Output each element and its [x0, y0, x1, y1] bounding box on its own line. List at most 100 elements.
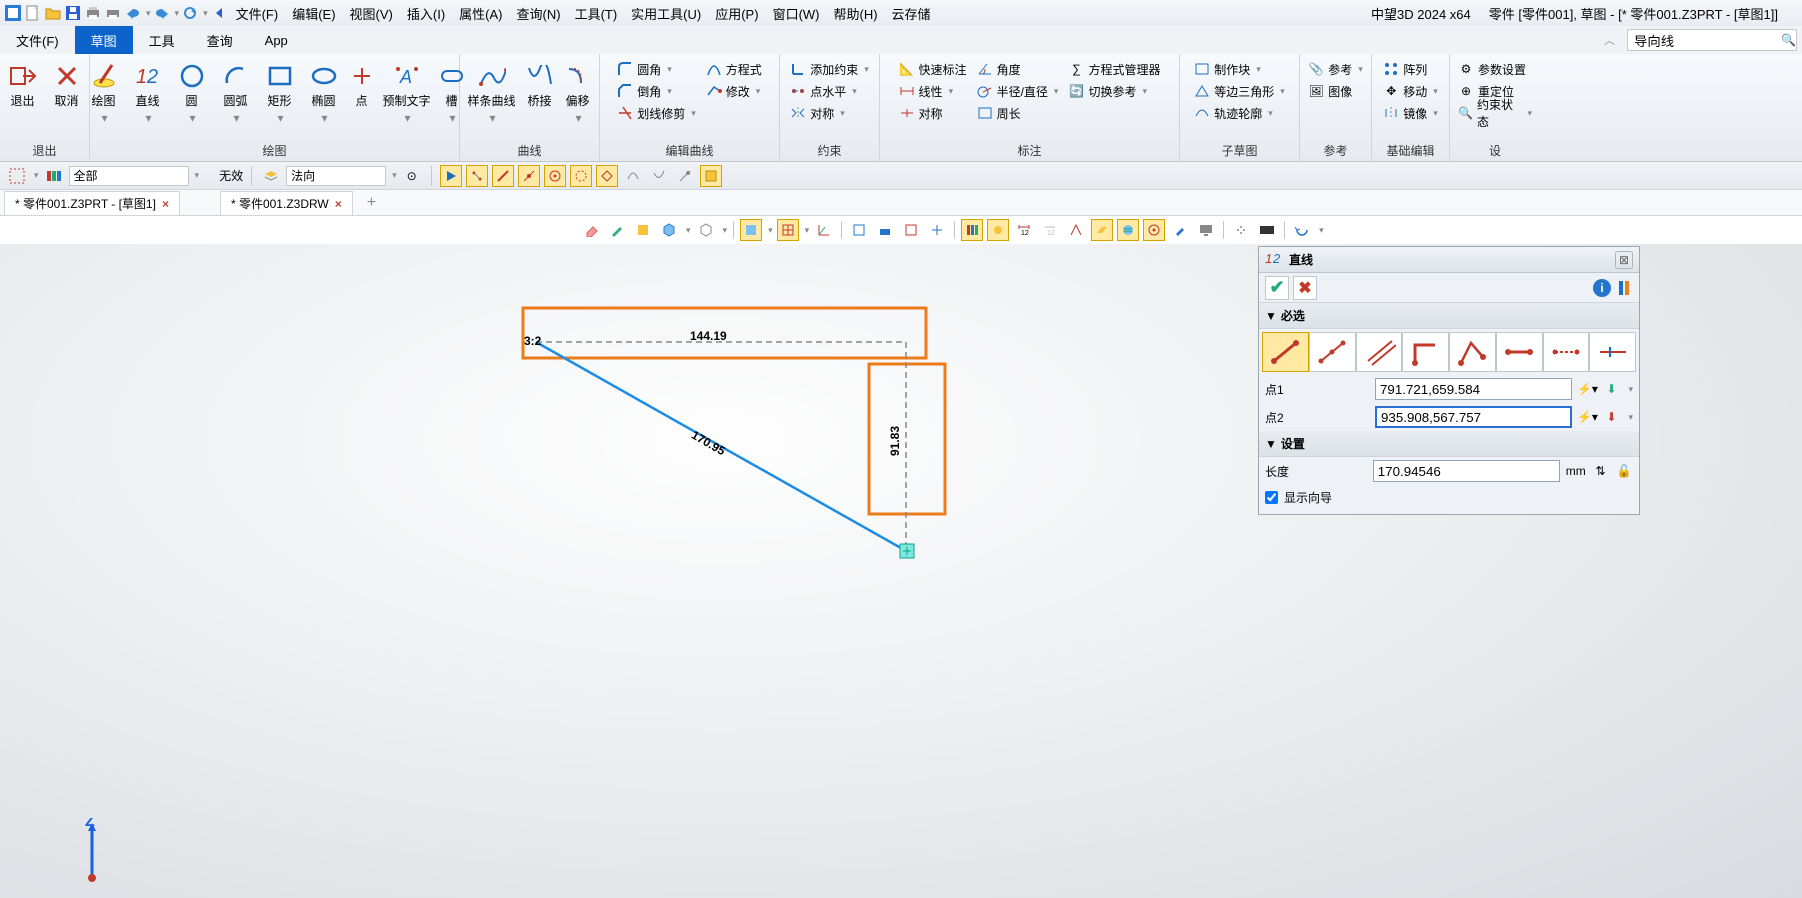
close-panel-icon[interactable]: ⊠: [1615, 251, 1633, 269]
ellipse-button[interactable]: 椭圆▾: [304, 62, 344, 125]
vb-rotate-icon[interactable]: [1291, 219, 1313, 241]
tab-app[interactable]: App: [249, 26, 304, 54]
vb-v2-icon[interactable]: [874, 219, 896, 241]
vb-earth-icon[interactable]: [1117, 219, 1139, 241]
qb9-icon[interactable]: [674, 165, 696, 187]
trim-button[interactable]: 划线修剪▾: [615, 102, 698, 124]
lock-icon[interactable]: 🔓: [1615, 462, 1633, 480]
menu-insert[interactable]: 插入(I): [401, 4, 451, 23]
vb-dots-icon[interactable]: [1230, 219, 1252, 241]
tab-query[interactable]: 查询: [191, 26, 249, 54]
vb-axes-icon[interactable]: [813, 219, 835, 241]
doc-tab-1[interactable]: * 零件001.Z3PRT - [草图1]×: [4, 191, 180, 215]
point-button[interactable]: 点: [348, 62, 376, 125]
qb1-icon[interactable]: [466, 165, 488, 187]
menu-edit[interactable]: 编辑(E): [286, 4, 341, 23]
tab-file[interactable]: 文件(F): [0, 26, 75, 54]
eqmgr-button[interactable]: ∑方程式管理器: [1066, 58, 1162, 80]
vb-sun-icon[interactable]: [987, 219, 1009, 241]
tab-sketch[interactable]: 草图: [75, 26, 133, 54]
eqtriangle-button[interactable]: 等边三角形▾: [1192, 80, 1287, 102]
search-icon[interactable]: 🔍: [1781, 33, 1796, 47]
vb-eraser-icon[interactable]: [580, 219, 602, 241]
open-icon[interactable]: [44, 4, 62, 22]
close-icon[interactable]: ×: [162, 197, 169, 211]
vb-box-icon[interactable]: [632, 219, 654, 241]
bridge-button[interactable]: 桥接: [523, 62, 557, 125]
exit-button[interactable]: 退出: [3, 62, 43, 109]
perimeter-button[interactable]: 周长: [975, 102, 1061, 124]
move-button[interactable]: ✥移动▾: [1381, 80, 1440, 102]
vb-cs-icon[interactable]: [1065, 219, 1087, 241]
angle-button[interactable]: 角度: [975, 58, 1061, 80]
vb-plane2-icon[interactable]: [1091, 219, 1113, 241]
p2-drop-icon[interactable]: ⚡▾: [1578, 408, 1596, 426]
menu-window[interactable]: 窗口(W): [767, 4, 826, 23]
menu-app[interactable]: 应用(P): [709, 4, 764, 23]
arc-button[interactable]: 圆弧▾: [216, 62, 256, 125]
fillet-button[interactable]: 圆角▾: [615, 58, 698, 80]
paramset-button[interactable]: ⚙参数设置: [1456, 58, 1534, 80]
switch-param-button[interactable]: 🔄切换参考▾: [1066, 80, 1162, 102]
print-icon[interactable]: [84, 4, 102, 22]
menu-tools[interactable]: 工具(T): [569, 4, 624, 23]
qb5-icon[interactable]: [570, 165, 592, 187]
mode-1[interactable]: [1262, 332, 1309, 372]
offset-button[interactable]: 偏移▾: [561, 62, 595, 125]
constraint-state-button[interactable]: 🔍约束状态▾: [1456, 102, 1534, 124]
vb-rect-icon[interactable]: [1256, 219, 1278, 241]
vb-v3-icon[interactable]: [900, 219, 922, 241]
mode-5[interactable]: [1449, 332, 1496, 372]
new-icon[interactable]: [24, 4, 42, 22]
reference-button[interactable]: 📎参考▾: [1306, 58, 1365, 80]
ok-button[interactable]: ✔: [1265, 276, 1289, 300]
show-guide-checkbox[interactable]: [1265, 491, 1278, 504]
filter-all-input[interactable]: [69, 166, 189, 186]
print2-icon[interactable]: [104, 4, 122, 22]
info-icon[interactable]: i: [1593, 279, 1611, 297]
vb-pen-icon[interactable]: [1169, 219, 1191, 241]
make-block-button[interactable]: 制作块▾: [1192, 58, 1287, 80]
trace-button[interactable]: 轨迹轮廓▾: [1192, 102, 1287, 124]
vb-target-icon[interactable]: [1143, 219, 1165, 241]
close-icon[interactable]: ×: [335, 197, 342, 211]
p2-pick-icon[interactable]: ⬇: [1602, 408, 1620, 426]
vb-monitor-icon[interactable]: [1195, 219, 1217, 241]
p1-pick-icon[interactable]: ⬇: [1602, 380, 1620, 398]
line-button[interactable]: 12直线▾: [128, 62, 168, 125]
cancel-x-button[interactable]: ✖: [1293, 276, 1317, 300]
normal-input[interactable]: [286, 166, 386, 186]
qb10-icon[interactable]: [700, 165, 722, 187]
vb-grid-icon[interactable]: [777, 219, 799, 241]
menu-attr[interactable]: 属性(A): [453, 4, 508, 23]
required-section[interactable]: ▼ 必选: [1259, 303, 1639, 329]
menu-cloud[interactable]: 云存储: [886, 4, 937, 23]
image-button[interactable]: 🖼图像: [1306, 80, 1365, 102]
tab-tools[interactable]: 工具: [133, 26, 191, 54]
chamfer-button[interactable]: 倒角▾: [615, 80, 698, 102]
vb-v4-icon[interactable]: [926, 219, 948, 241]
qb2-icon[interactable]: [492, 165, 514, 187]
vb-cube-icon[interactable]: [658, 219, 680, 241]
radius-button[interactable]: 半径/直径▾: [975, 80, 1061, 102]
circle-button[interactable]: 圆▾: [172, 62, 212, 125]
qb4-icon[interactable]: [544, 165, 566, 187]
collapse-ribbon-icon[interactable]: ︿: [1598, 32, 1621, 48]
mode-2[interactable]: [1309, 332, 1356, 372]
search-input[interactable]: [1627, 29, 1797, 51]
quickdim-button[interactable]: 📐快速标注: [897, 58, 969, 80]
mode-3[interactable]: [1356, 332, 1403, 372]
spline-button[interactable]: 样条曲线▾: [465, 62, 519, 125]
menu-file[interactable]: 文件(F): [230, 4, 285, 23]
opt-icon[interactable]: ⊙: [401, 165, 423, 187]
menu-view[interactable]: 视图(V): [344, 4, 399, 23]
new-tab-button[interactable]: +: [357, 191, 386, 215]
vb-bars-icon[interactable]: [961, 219, 983, 241]
cancel-button[interactable]: 取消: [47, 62, 87, 109]
play-icon[interactable]: [440, 165, 462, 187]
vb-wirecube-icon[interactable]: [695, 219, 717, 241]
refresh-icon[interactable]: [181, 4, 199, 22]
modify-button[interactable]: 修改▾: [704, 80, 764, 102]
text-button[interactable]: A预制文字▾: [380, 62, 434, 125]
p2-input[interactable]: [1375, 406, 1572, 428]
